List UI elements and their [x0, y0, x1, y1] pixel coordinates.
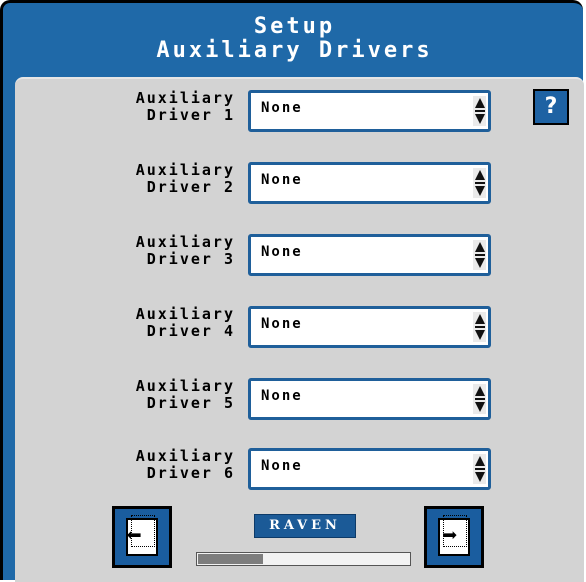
driver-6-value: None	[261, 458, 303, 474]
progress-bar	[196, 552, 411, 566]
spinner-icon[interactable]	[473, 454, 486, 484]
driver-1-label-line1: Auxiliary	[135, 89, 235, 107]
driver-4-value: None	[261, 316, 303, 332]
arrow-left-icon: ⬅	[126, 521, 142, 551]
spinner-icon[interactable]	[473, 96, 486, 126]
driver-4-label-line2: Driver 4	[146, 322, 235, 340]
driver-3-label: Auxiliary Driver 3	[110, 234, 235, 268]
driver-3-label-line1: Auxiliary	[135, 233, 235, 251]
driver-2-label: Auxiliary Driver 2	[110, 162, 235, 196]
page-back-icon: ⬅	[126, 515, 158, 556]
page-forward-icon: ➡	[438, 515, 470, 556]
title-line-1: Setup	[253, 14, 336, 39]
driver-6-label-line2: Driver 6	[146, 464, 235, 482]
driver-5-label-line1: Auxiliary	[135, 377, 235, 395]
driver-6-select[interactable]: None	[248, 448, 491, 490]
driver-4-select[interactable]: None	[248, 306, 491, 348]
driver-1-value: None	[261, 100, 303, 116]
help-icon: ?	[544, 94, 558, 119]
spinner-icon[interactable]	[473, 168, 486, 198]
driver-5-label-line2: Driver 5	[146, 394, 235, 412]
spinner-icon[interactable]	[473, 312, 486, 342]
driver-4-label-line1: Auxiliary	[135, 305, 235, 323]
driver-1-label-line2: Driver 1	[146, 106, 235, 124]
driver-3-value: None	[261, 244, 303, 260]
title-line-2: Auxiliary Drivers	[156, 38, 433, 63]
arrow-right-icon: ➡	[442, 521, 458, 551]
driver-6-label-line1: Auxiliary	[135, 447, 235, 465]
driver-1-label: Auxiliary Driver 1	[110, 90, 235, 124]
screen: Setup Auxiliary Drivers ? Auxiliary Driv…	[0, 0, 586, 582]
driver-3-select[interactable]: None	[248, 234, 491, 276]
spinner-icon[interactable]	[473, 240, 486, 270]
next-page-button[interactable]: ➡	[424, 506, 484, 568]
driver-6-label: Auxiliary Driver 6	[110, 448, 235, 482]
header-panel: Setup Auxiliary Drivers	[0, 0, 586, 582]
raven-logo: RAVEN	[254, 514, 356, 538]
help-button[interactable]: ?	[533, 89, 569, 125]
driver-2-label-line1: Auxiliary	[135, 161, 235, 179]
driver-2-value: None	[261, 172, 303, 188]
spinner-icon[interactable]	[473, 384, 486, 414]
driver-4-label: Auxiliary Driver 4	[110, 306, 235, 340]
previous-page-button[interactable]: ⬅	[112, 506, 172, 568]
progress-fill	[198, 554, 263, 564]
page-title: Setup Auxiliary Drivers	[3, 15, 586, 63]
driver-5-label: Auxiliary Driver 5	[110, 378, 235, 412]
driver-5-select[interactable]: None	[248, 378, 491, 420]
driver-2-select[interactable]: None	[248, 162, 491, 204]
driver-1-select[interactable]: None	[248, 90, 491, 132]
driver-3-label-line2: Driver 3	[146, 250, 235, 268]
driver-5-value: None	[261, 388, 303, 404]
driver-2-label-line2: Driver 2	[146, 178, 235, 196]
